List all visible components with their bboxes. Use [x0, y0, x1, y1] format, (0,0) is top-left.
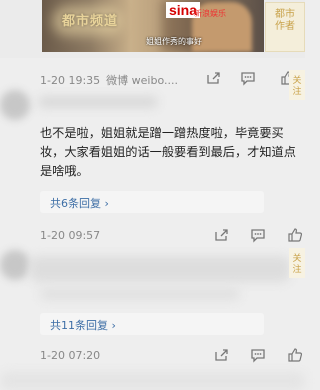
comment-meta-row: 1-20 09:57 [0, 225, 305, 247]
media-card[interactable]: 都市频道 sina 新浪娱乐 姐姐作秀的事好 都市 作者 [0, 0, 305, 58]
weibo-comment-thread: 都市频道 sina 新浪娱乐 姐姐作秀的事好 都市 作者 1-20 19:35 微… [0, 0, 305, 390]
comment-icon[interactable] [240, 70, 256, 86]
badge-line-1: 都市 [275, 9, 295, 20]
comment-text: 也不是啦，姐姐就是蹭一蹭热度啦，毕竟要买妆，大家看姐姐的话一般要看到最后，才知道… [40, 126, 296, 178]
share-icon[interactable] [205, 70, 221, 86]
badge-line-2: 作者 [275, 21, 295, 32]
follow-tag[interactable]: 关注 [289, 248, 305, 278]
commenter-avatar[interactable] [0, 250, 30, 280]
view-replies-link[interactable]: 共6条回复 › [50, 195, 109, 211]
post-source: 微博 weibo.... [106, 74, 178, 87]
commenter-avatar[interactable] [0, 90, 30, 120]
comment-blurred [30, 256, 290, 282]
share-icon[interactable] [213, 347, 229, 363]
comment-time: 1-20 07:20 [40, 349, 101, 362]
share-icon[interactable] [213, 227, 229, 243]
post-meta: 1-20 19:35 微博 weibo.... [40, 72, 178, 88]
like-icon[interactable] [287, 347, 303, 363]
comment-time: 1-20 09:57 [40, 229, 101, 242]
view-replies-link[interactable]: 共11条回复 › [50, 317, 116, 333]
author-badge: 都市 作者 [265, 2, 305, 52]
sina-sub-label: 新浪娱乐 [194, 9, 226, 18]
like-icon[interactable] [287, 227, 303, 243]
comment-meta-row: 1-20 07:20 [0, 345, 305, 367]
comment-blurred [40, 288, 240, 300]
video-thumbnail[interactable]: 都市频道 sina 新浪娱乐 姐姐作秀的事好 [42, 0, 264, 52]
reply-pill[interactable]: 共6条回复 › [40, 191, 264, 213]
post-meta-row: 1-20 19:35 微博 weibo.... [0, 68, 305, 90]
post-time: 1-20 19:35 [40, 74, 101, 87]
watermark-text: 都市频道 [62, 14, 119, 29]
follow-tag[interactable]: 关注 [289, 70, 305, 100]
reply-pill[interactable]: 共11条回复 › [40, 313, 264, 335]
comment-icon[interactable] [250, 347, 266, 363]
video-caption: 姐姐作秀的事好 [146, 37, 202, 46]
comment-icon[interactable] [250, 227, 266, 243]
bottom-blurred [0, 372, 305, 390]
commenter-name-blurred[interactable] [38, 96, 158, 108]
